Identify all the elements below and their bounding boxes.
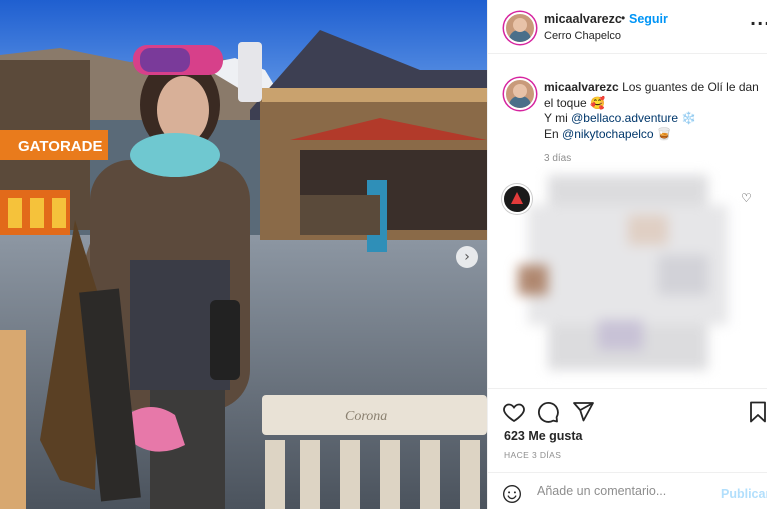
post-caption: micaalvarezc Los guantes de Olí le dan e…	[544, 80, 759, 142]
comment-like-icon[interactable]: ♡	[741, 191, 752, 205]
caption-line-2-suffix: ❄️	[678, 111, 697, 125]
share-icon[interactable]	[571, 400, 595, 424]
gatorade-sign-text: GATORADE	[18, 138, 102, 155]
emoji-icon[interactable]	[502, 484, 522, 504]
comment-icon[interactable]	[536, 400, 560, 424]
caption-avatar[interactable]	[504, 78, 536, 110]
caption-line-2-prefix: Y mi	[544, 111, 572, 125]
caption-timestamp: 3 días	[544, 153, 572, 164]
username-link[interactable]: micaalvarezc	[544, 12, 622, 26]
next-photo-button[interactable]: ›	[456, 246, 478, 268]
follow-button[interactable]: Seguir	[629, 12, 668, 26]
heart-icon[interactable]	[502, 400, 526, 424]
post-photo[interactable]: GATORADE Corona ›	[0, 0, 487, 509]
likes-count[interactable]: 623 Me gusta	[504, 429, 583, 443]
more-icon[interactable]: ···	[750, 14, 767, 33]
caption-line-3-prefix: En	[544, 126, 563, 141]
avatar[interactable]	[504, 12, 536, 44]
post-sidebar: micaalvarezc • Seguir Cerro Chapelco ···…	[487, 0, 767, 509]
separator-dot: •	[621, 11, 626, 25]
post-date: HACE 3 DÍAS	[504, 450, 562, 460]
bench-text: Corona	[345, 409, 387, 424]
commenter-avatar[interactable]	[502, 184, 532, 214]
caption-line-3-suffix: 🥃	[653, 126, 672, 141]
comment-input[interactable]	[537, 481, 707, 501]
comment-bar: Publicar	[488, 472, 767, 509]
instagram-post: GATORADE Corona › micaalvarezc • Seguir …	[0, 0, 767, 509]
mention-bellaco[interactable]: @bellaco.adventure	[571, 111, 678, 125]
ski-resort-photo: GATORADE Corona	[0, 0, 487, 509]
caption-username[interactable]: micaalvarezc	[544, 80, 619, 94]
mention-nikytochapelco[interactable]: @nikytochapelco	[562, 127, 654, 141]
post-header: micaalvarezc • Seguir Cerro Chapelco ···	[488, 0, 767, 54]
publish-button[interactable]: Publicar	[721, 487, 767, 501]
location-link[interactable]: Cerro Chapelco	[544, 30, 621, 42]
blurred-comments	[508, 165, 748, 380]
chevron-right-icon: ›	[464, 249, 470, 265]
bookmark-icon[interactable]	[746, 400, 767, 424]
